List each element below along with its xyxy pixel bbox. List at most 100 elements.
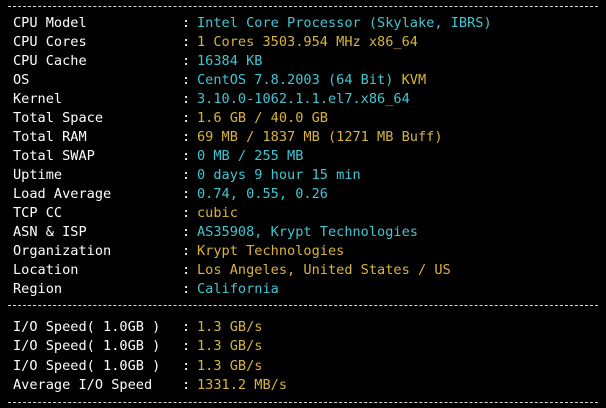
info-row: Location: Los Angeles, United States / US [0, 261, 606, 280]
info-label: Organization [13, 243, 112, 259]
info-row: I/O Speed( 1.0GB ):1.3 GB/s [0, 357, 606, 376]
info-label: CPU Cores [13, 34, 87, 50]
separator-colon: : [182, 34, 191, 50]
separator-colon: : [182, 148, 191, 164]
info-row: I/O Speed( 1.0GB ):1.3 GB/s [0, 318, 606, 337]
info-value-text: 1331.2 MB/s [197, 376, 288, 393]
info-label: Load Average [13, 186, 112, 202]
info-value: 1.3 GB/s [197, 318, 262, 337]
info-row: OS: CentOS 7.8.2003 (64 Bit) KVM [0, 71, 606, 90]
info-value: cubic [197, 204, 238, 223]
info-row: Uptime:0 days 9 hour 15 min [0, 166, 606, 185]
info-value: Los Angeles, United States / US [197, 261, 451, 280]
info-label: Average I/O Speed [13, 376, 153, 393]
info-row: Total SWAP:0 MB / 255 MB [0, 147, 606, 166]
info-value-text: 1.3 GB/s [197, 357, 263, 374]
info-value: 1.3 GB/s [197, 337, 262, 356]
info-row: Total RAM:69 MB / 1837 MB (1271 MB Buff) [0, 128, 606, 147]
info-value: 0 days 9 hour 15 min [197, 166, 361, 185]
info-label: Region [13, 281, 63, 297]
separator-colon: : [182, 224, 191, 240]
info-value-text: cubic [197, 205, 238, 221]
info-value: AS35908, Krypt Technologies [197, 223, 418, 242]
separator-colon: : [182, 129, 191, 145]
separator-colon: : [182, 53, 191, 69]
info-value-text: 0.74, 0.55, 0.26 [197, 186, 328, 202]
info-value-text: Intel Core Processor (Skylake, IBRS) [197, 15, 492, 31]
info-label: CPU Cache [13, 53, 87, 69]
separator-colon: : [182, 167, 191, 183]
info-value: 1331.2 MB/s [197, 376, 287, 395]
info-value: CentOS 7.8.2003 (64 Bit) KVM [197, 71, 426, 90]
separator-colon: : [182, 186, 191, 202]
info-value-text: Los Angeles, United States / US [197, 262, 451, 278]
info-value-text: 0 MB / 255 MB [197, 148, 304, 164]
info-value-text: AS35908, Krypt Technologies [197, 224, 418, 240]
info-value-text: 16384 KB [197, 53, 263, 69]
info-label: Total SWAP [13, 148, 95, 164]
info-value-text: CentOS 7.8.2003 (64 Bit) [197, 72, 394, 88]
info-value: 69 MB / 1837 MB (1271 MB Buff) [197, 128, 443, 147]
separator-colon: : [182, 15, 191, 31]
info-value: 16384 KB [197, 52, 262, 71]
info-row: Kernel:3.10.0-1062.1.1.el7.x86_64 [0, 90, 606, 109]
info-value: Krypt Technologies [197, 242, 344, 261]
info-row: Organization: Krypt Technologies [0, 242, 606, 261]
info-value: 0.74, 0.55, 0.26 [197, 185, 328, 204]
info-row: Load Average:0.74, 0.55, 0.26 [0, 185, 606, 204]
separator-colon: : [182, 110, 191, 126]
info-row: Region: California [0, 280, 606, 299]
info-value-text: 1.3 GB/s [197, 338, 263, 355]
info-label: I/O Speed( 1.0GB ) [13, 338, 161, 355]
info-value-extra: KVM [401, 72, 427, 88]
divider-top [8, 6, 598, 7]
info-label: ASN & ISP [13, 224, 87, 240]
info-value: 3.10.0-1062.1.1.el7.x86_64 [197, 90, 410, 109]
separator-colon: : [182, 319, 191, 335]
divider-bottom [8, 402, 598, 403]
info-row: TCP CC: cubic [0, 204, 606, 223]
info-value-text: Krypt Technologies [197, 243, 345, 259]
info-label: I/O Speed( 1.0GB ) [13, 319, 161, 335]
info-value-text: 1.3 GB/s [197, 319, 263, 335]
info-value: Intel Core Processor (Skylake, IBRS) [197, 14, 492, 33]
info-value: California [197, 280, 279, 299]
info-row: ASN & ISP: AS35908, Krypt Technologies [0, 223, 606, 242]
info-label: Location [13, 262, 79, 278]
info-value: 1 Cores 3503.954 MHz x86_64 [197, 33, 418, 52]
info-row: Average I/O Speed:1331.2 MB/s [0, 376, 606, 395]
info-row: CPU Cores:1 Cores 3503.954 MHz x86_64 [0, 33, 606, 52]
info-value-text: 0 days 9 hour 15 min [197, 167, 361, 183]
info-row: CPU Model: Intel Core Processor (Skylake,… [0, 14, 606, 33]
info-label: Total RAM [13, 129, 87, 145]
info-value: 1.6 GB / 40.0 GB [197, 109, 328, 128]
info-label: Kernel [13, 91, 63, 107]
info-label: I/O Speed( 1.0GB ) [13, 357, 161, 374]
separator-colon: : [182, 72, 191, 88]
info-label: TCP CC [13, 205, 63, 221]
terminal-window: CPU Model: Intel Core Processor (Skylake,… [0, 0, 606, 408]
info-value: 0 MB / 255 MB [197, 147, 303, 166]
separator-colon: : [182, 262, 191, 278]
info-value-text: 1 Cores 3503.954 MHz x86_64 [197, 34, 418, 50]
separator-colon: : [182, 91, 191, 107]
info-row: I/O Speed( 1.0GB ):1.3 GB/s [0, 337, 606, 356]
info-row: CPU Cache:16384 KB [0, 52, 606, 71]
info-value-text: 1.6 GB / 40.0 GB [197, 110, 328, 126]
info-label: OS [13, 72, 30, 88]
divider-middle [8, 305, 598, 306]
separator-colon: : [182, 243, 191, 259]
info-value-text: 3.10.0-1062.1.1.el7.x86_64 [197, 91, 410, 107]
info-label: Total Space [13, 110, 104, 126]
info-value-text: California [197, 281, 279, 297]
separator-colon: : [182, 338, 191, 355]
separator-colon: : [182, 376, 191, 393]
info-value-text: 69 MB / 1837 MB (1271 MB Buff) [197, 129, 443, 145]
info-label: Uptime [13, 167, 63, 183]
info-row: Total Space:1.6 GB / 40.0 GB [0, 109, 606, 128]
info-value: 1.3 GB/s [197, 357, 262, 376]
separator-colon: : [182, 205, 191, 221]
separator-colon: : [182, 357, 191, 374]
separator-colon: : [182, 281, 191, 297]
info-label: CPU Model [13, 15, 87, 31]
